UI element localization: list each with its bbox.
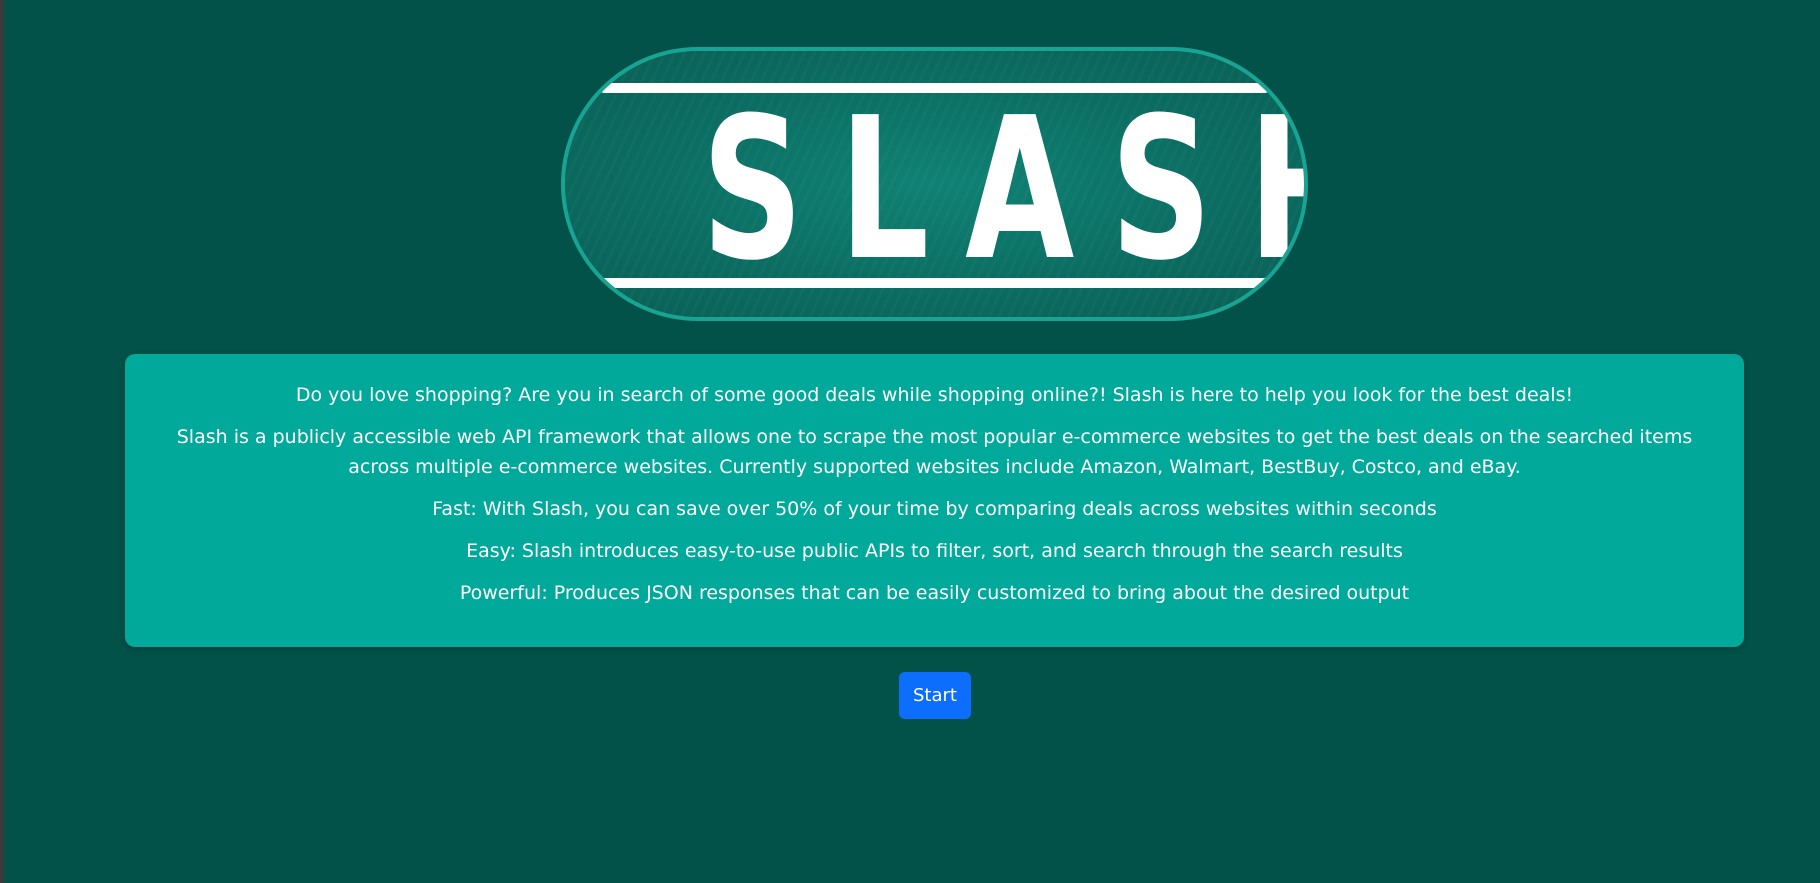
feature-powerful: Powerful: Produces JSON responses that c…	[459, 582, 1410, 604]
intro-paragraph-question: Do you love shopping? Are you in search …	[295, 384, 1574, 406]
start-button[interactable]: Start	[899, 672, 971, 719]
feature-fast: Fast: With Slash, you can save over 50% …	[432, 498, 1437, 520]
logo-text: SLASH	[701, 76, 1304, 304]
feature-easy: Easy: Slash introduces easy-to-use publi…	[466, 540, 1403, 562]
slash-logo: SLASH	[561, 47, 1308, 321]
intro-panel: Do you love shopping? Are you in search …	[125, 354, 1744, 647]
window-left-edge	[0, 0, 4, 883]
logo-bottom-bar	[599, 278, 1270, 288]
intro-paragraph-description: Slash is a publicly accessible web API f…	[176, 426, 1693, 478]
